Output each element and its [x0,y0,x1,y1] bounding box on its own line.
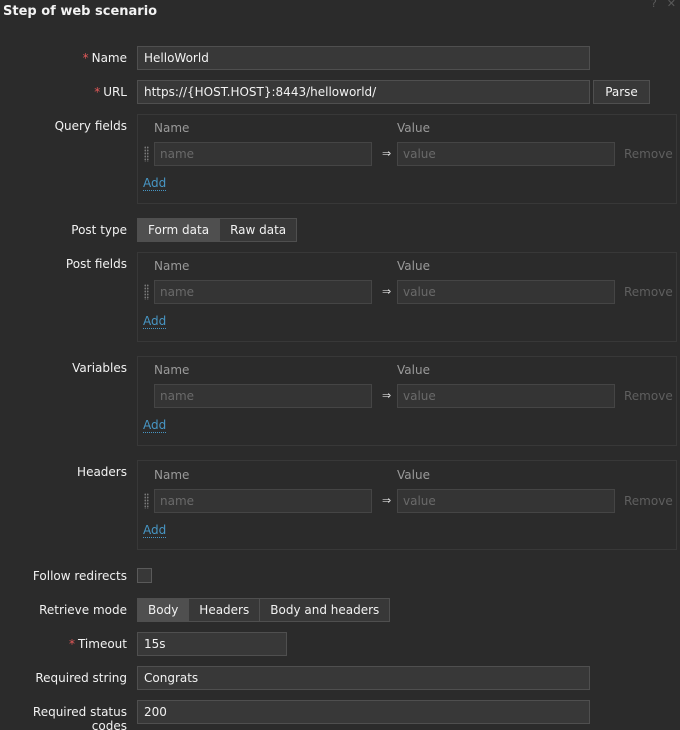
value-column-header: Value [397,121,430,135]
arrow-icon: ⇒ [382,147,392,160]
web-scenario-step-dialog: Step of web scenario ? ✕ * Name HelloWorld… [0,0,680,730]
required-status-codes-label: Required status codes [32,705,127,730]
query-field-remove-button[interactable]: Remove [624,147,673,161]
variables-table: Name Value name ⇒ value Remove Add [137,356,677,446]
required-string-input[interactable]: Congrats [137,666,590,690]
query-fields-table: Name Value name ⇒ value Remove Add [137,114,677,204]
query-field-add-link[interactable]: Add [143,177,167,191]
post-field-add-link[interactable]: Add [143,315,167,329]
name-column-header: Name [154,259,190,273]
close-icon[interactable]: ✕ [667,0,676,10]
query-field-value-input[interactable]: value [397,142,615,166]
retrieve-mode-label: Retrieve mode [39,603,127,617]
arrow-icon: ⇒ [382,285,392,298]
query-fields-label: Query fields [54,119,127,133]
dialog-title: Step of web scenario [3,4,158,19]
post-fields-label: Post fields [65,257,127,271]
post-field-remove-button[interactable]: Remove [624,285,673,299]
retrieve-mode-headers[interactable]: Headers [188,599,260,621]
drag-handle-icon[interactable] [144,493,149,509]
value-column-header: Value [397,363,430,377]
timeout-input[interactable]: 15s [137,632,287,656]
parse-button[interactable]: Parse [593,80,650,104]
header-add-link[interactable]: Add [143,524,167,538]
headers-label: Headers [77,465,127,479]
timeout-label: * Timeout [68,637,127,651]
retrieve-mode-selector: Body Headers Body and headers [137,598,391,622]
variables-label: Variables [72,361,127,375]
post-type-form-data[interactable]: Form data [138,219,220,241]
dialog-header-icons: ? ✕ [641,0,676,10]
retrieve-mode-body[interactable]: Body [138,599,189,621]
required-string-label: Required string [35,671,127,685]
variable-name-input[interactable]: name [154,384,372,408]
header-value-input[interactable]: value [397,489,615,513]
name-column-header: Name [154,363,190,377]
post-type-label: Post type [71,223,127,237]
variable-remove-button[interactable]: Remove [624,389,673,403]
arrow-icon: ⇒ [382,389,392,402]
url-input[interactable]: https://{HOST.HOST}:8443/helloworld/ [137,80,590,104]
retrieve-mode-body-and-headers[interactable]: Body and headers [259,599,390,621]
drag-handle-icon[interactable] [144,284,149,300]
drag-handle-icon[interactable] [144,146,149,162]
required-status-codes-input[interactable]: 200 [137,700,590,724]
value-column-header: Value [397,468,430,482]
help-icon[interactable]: ? [651,0,657,10]
headers-table: Name Value name ⇒ value Remove Add [137,460,677,550]
variable-value-input[interactable]: value [397,384,615,408]
post-type-selector: Form data Raw data [137,218,298,242]
query-field-name-input[interactable]: name [154,142,372,166]
arrow-icon: ⇒ [382,494,392,507]
header-name-input[interactable]: name [154,489,372,513]
value-column-header: Value [397,259,430,273]
post-field-name-input[interactable]: name [154,280,372,304]
header-remove-button[interactable]: Remove [624,494,673,508]
follow-redirects-checkbox[interactable] [137,568,152,583]
name-input[interactable]: HelloWorld [137,46,590,70]
post-field-value-input[interactable]: value [397,280,615,304]
variable-add-link[interactable]: Add [143,419,167,433]
post-type-raw-data[interactable]: Raw data [219,219,297,241]
post-fields-table: Name Value name ⇒ value Remove Add [137,252,677,342]
name-column-header: Name [154,121,190,135]
name-label: * Name [82,51,127,65]
follow-redirects-label: Follow redirects [32,569,127,583]
url-label: * URL [94,85,127,99]
name-column-header: Name [154,468,190,482]
